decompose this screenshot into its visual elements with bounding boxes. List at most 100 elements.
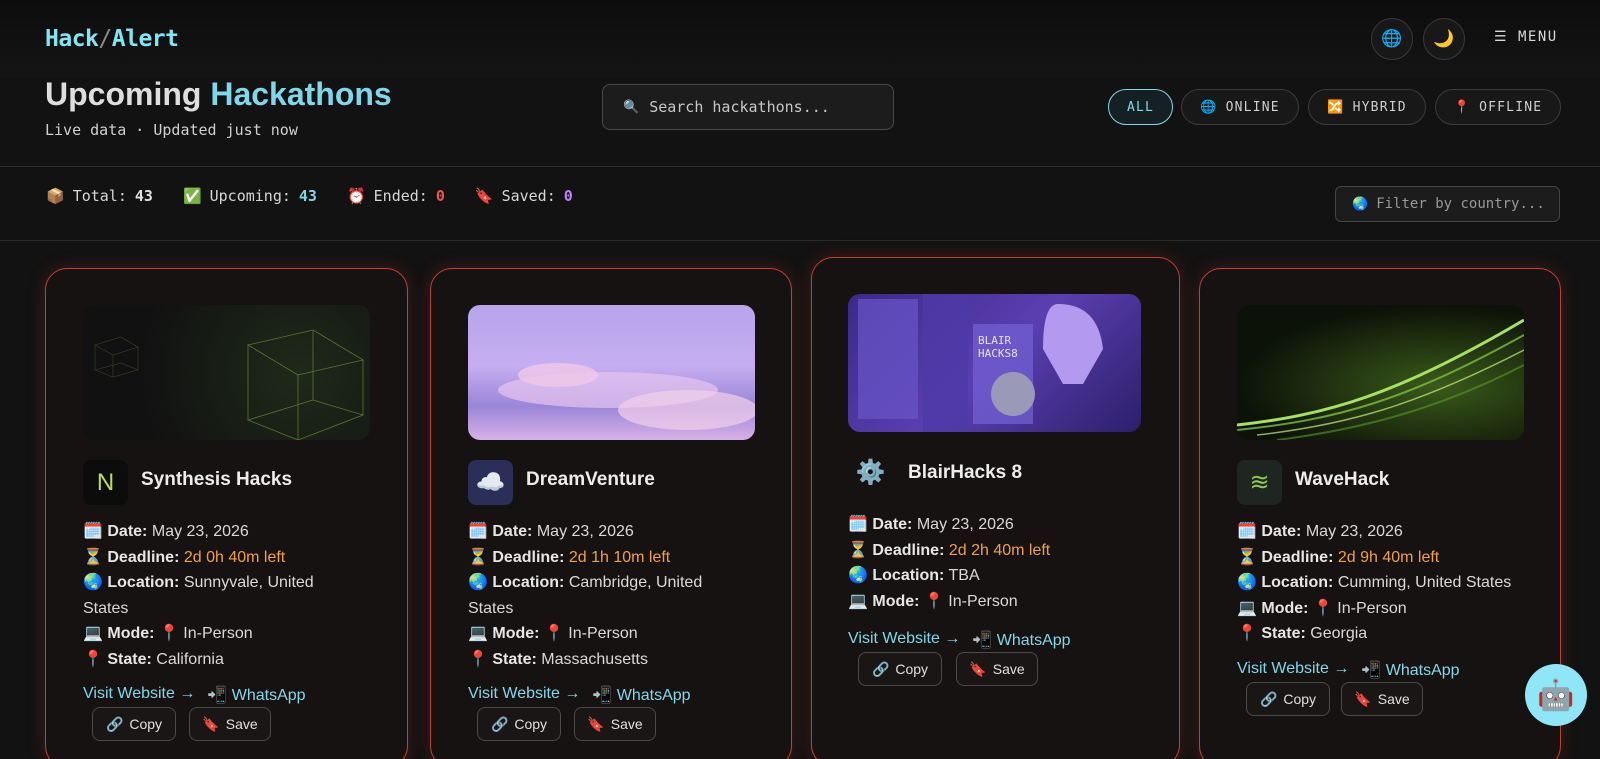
menu-button[interactable]: ☰ MENU [1494, 29, 1558, 45]
filter-hybrid[interactable]: 🔀 HYBRID [1308, 89, 1426, 125]
card-details: 🗓️ Date: May 23, 2026 ⏳ Deadline: 2d 9h … [1237, 523, 1512, 642]
whatsapp-link[interactable]: 📲 WhatsApp [207, 685, 305, 705]
link-icon: 🔗 [105, 715, 124, 732]
theme-toggle-button[interactable]: 🌙 [1423, 18, 1465, 60]
pin-icon: 📍 [1237, 625, 1257, 642]
check-icon: ✅ [182, 187, 202, 205]
copy-button[interactable]: 🔗 Copy [1246, 682, 1330, 716]
language-button[interactable]: 🌐 [1371, 18, 1413, 60]
card-links: Visit Website → 📲 WhatsApp [83, 685, 306, 705]
logo[interactable]: Hack/Alert [45, 26, 179, 52]
divider [0, 240, 1600, 241]
stats-bar: 📦 Total: 43 ✅ Upcoming: 43 ⏰ Ended: 0 🔖 Saved: 0 [46, 187, 573, 205]
laptop-icon: 💻 [468, 625, 488, 642]
hackathon-card: ≋ WaveHack 🗓️ Date: May 23, 2026 ⏳ Deadl… [1199, 268, 1561, 759]
stat-upcoming: ✅ Upcoming: 43 [182, 187, 317, 205]
card-banner [468, 305, 755, 440]
link-icon: 🔗 [871, 660, 890, 677]
pin-icon: 📍 [468, 650, 488, 668]
country-filter[interactable]: 🌏 [1335, 186, 1560, 222]
wave-logo-icon: ≋ [1237, 460, 1282, 505]
hackathon-card: ☁️ DreamVenture 🗓️ Date: May 23, 2026 ⏳ … [430, 268, 792, 759]
shuffle-icon: 🔀 [1327, 99, 1345, 115]
card-banner [83, 305, 370, 440]
calendar-icon: 🗓️ [1237, 523, 1257, 540]
calendar-icon: 🗓️ [83, 523, 103, 540]
pin-icon: 📍 [83, 650, 103, 668]
search-icon: 🔍 [623, 99, 640, 114]
calendar-icon: 🗓️ [468, 523, 488, 540]
filter-offline[interactable]: 📍 OFFLINE [1435, 89, 1561, 125]
whatsapp-link[interactable]: 📲 WhatsApp [592, 685, 690, 705]
divider [0, 166, 1600, 167]
whatsapp-icon: 📲 [972, 632, 993, 649]
visit-website-link[interactable]: Visit Website → [83, 685, 195, 705]
copy-button[interactable]: 🔗 Copy [477, 707, 561, 741]
visit-website-link[interactable]: Visit Website → [468, 685, 580, 705]
card-banner [1237, 305, 1524, 440]
card-details: 🗓️ Date: May 23, 2026 ⏳ Deadline: 2d 1h … [468, 523, 703, 668]
whatsapp-icon: 📲 [592, 687, 613, 704]
hourglass-icon: ⏳ [468, 548, 488, 566]
card-links: Visit Website → 📲 WhatsApp [848, 630, 1071, 650]
bookmark-icon: 🔖 [587, 715, 605, 732]
stat-ended: ⏰ Ended: 0 [346, 187, 445, 205]
alarm-icon: ⏰ [346, 187, 366, 205]
hackathon-card: N Synthesis Hacks 🗓️ Date: May 23, 2026 … [45, 268, 408, 759]
save-button[interactable]: 🔖 Save [956, 652, 1038, 686]
copy-button[interactable]: 🔗 Copy [858, 652, 942, 686]
globe-icon: 🌐 [1381, 29, 1403, 48]
card-title: BlairHacks 8 [908, 462, 1023, 483]
page-title: Upcoming Hackathons [45, 76, 392, 112]
whatsapp-link[interactable]: 📲 WhatsApp [1361, 660, 1459, 680]
stat-saved: 🔖 Saved: 0 [474, 187, 573, 205]
hexagon-n-logo-icon: N [83, 460, 128, 505]
link-icon: 🔗 [490, 715, 509, 732]
page-subtitle: Live data · Updated just now [45, 121, 298, 139]
laptop-icon: 💻 [848, 592, 868, 610]
laptop-icon: 💻 [1237, 599, 1257, 617]
cloud-logo-icon: ☁️ [468, 460, 513, 505]
bookmark-icon: 🔖 [202, 715, 220, 732]
save-button[interactable]: 🔖 Save [574, 707, 656, 741]
svg-text:HACKS8: HACKS8 [978, 347, 1018, 360]
filter-all[interactable]: ALL [1108, 89, 1173, 125]
whatsapp-link[interactable]: 📲 WhatsApp [972, 630, 1070, 650]
hourglass-icon: ⏳ [848, 541, 868, 559]
country-filter-input[interactable] [1376, 196, 1557, 212]
search-box[interactable]: 🔍 [602, 84, 894, 130]
earth-icon: 🌏 [1352, 196, 1369, 211]
copy-button[interactable]: 🔗 Copy [92, 707, 176, 741]
earth-icon: 🌏 [83, 574, 103, 591]
hackathon-card: BLAIR HACKS8 ⚙️ BlairHacks 8 🗓️ Date: Ma… [811, 257, 1180, 759]
search-input[interactable] [649, 98, 870, 116]
hourglass-icon: ⏳ [1237, 548, 1257, 566]
visit-website-link[interactable]: Visit Website → [1237, 660, 1349, 680]
card-links: Visit Website → 📲 WhatsApp [468, 685, 691, 705]
top-bar: Hack/Alert 🌐 🌙 ☰ MENU [0, 0, 1600, 78]
link-icon: 🔗 [1259, 690, 1278, 707]
save-button[interactable]: 🔖 Save [189, 707, 271, 741]
gear-rocket-logo-icon: ⚙️ [855, 459, 886, 486]
globe-icon: 🌐 [1200, 99, 1218, 115]
card-title: WaveHack [1295, 469, 1390, 490]
visit-website-link[interactable]: Visit Website → [848, 630, 960, 650]
earth-icon: 🌏 [1237, 574, 1257, 591]
card-details: 🗓️ Date: May 23, 2026 ⏳ Deadline: 2d 0h … [83, 523, 314, 668]
assistant-button[interactable]: 🤖 [1525, 664, 1587, 726]
stat-total: 📦 Total: 43 [46, 187, 153, 205]
filter-online[interactable]: 🌐 ONLINE [1181, 89, 1299, 125]
whatsapp-icon: 📲 [207, 687, 228, 704]
hourglass-icon: ⏳ [83, 548, 103, 566]
bookmark-icon: 🔖 [474, 187, 494, 205]
card-details: 🗓️ Date: May 23, 2026 ⏳ Deadline: 2d 2h … [848, 516, 1051, 610]
laptop-icon: 💻 [83, 625, 103, 642]
bookmark-icon: 🔖 [969, 660, 987, 677]
earth-icon: 🌏 [848, 567, 868, 584]
earth-icon: 🌏 [468, 574, 488, 591]
bookmark-icon: 🔖 [1354, 690, 1372, 707]
whatsapp-icon: 📲 [1361, 662, 1382, 679]
save-button[interactable]: 🔖 Save [1341, 682, 1423, 716]
moon-icon: 🌙 [1433, 29, 1455, 48]
card-banner: BLAIR HACKS8 [848, 294, 1141, 432]
